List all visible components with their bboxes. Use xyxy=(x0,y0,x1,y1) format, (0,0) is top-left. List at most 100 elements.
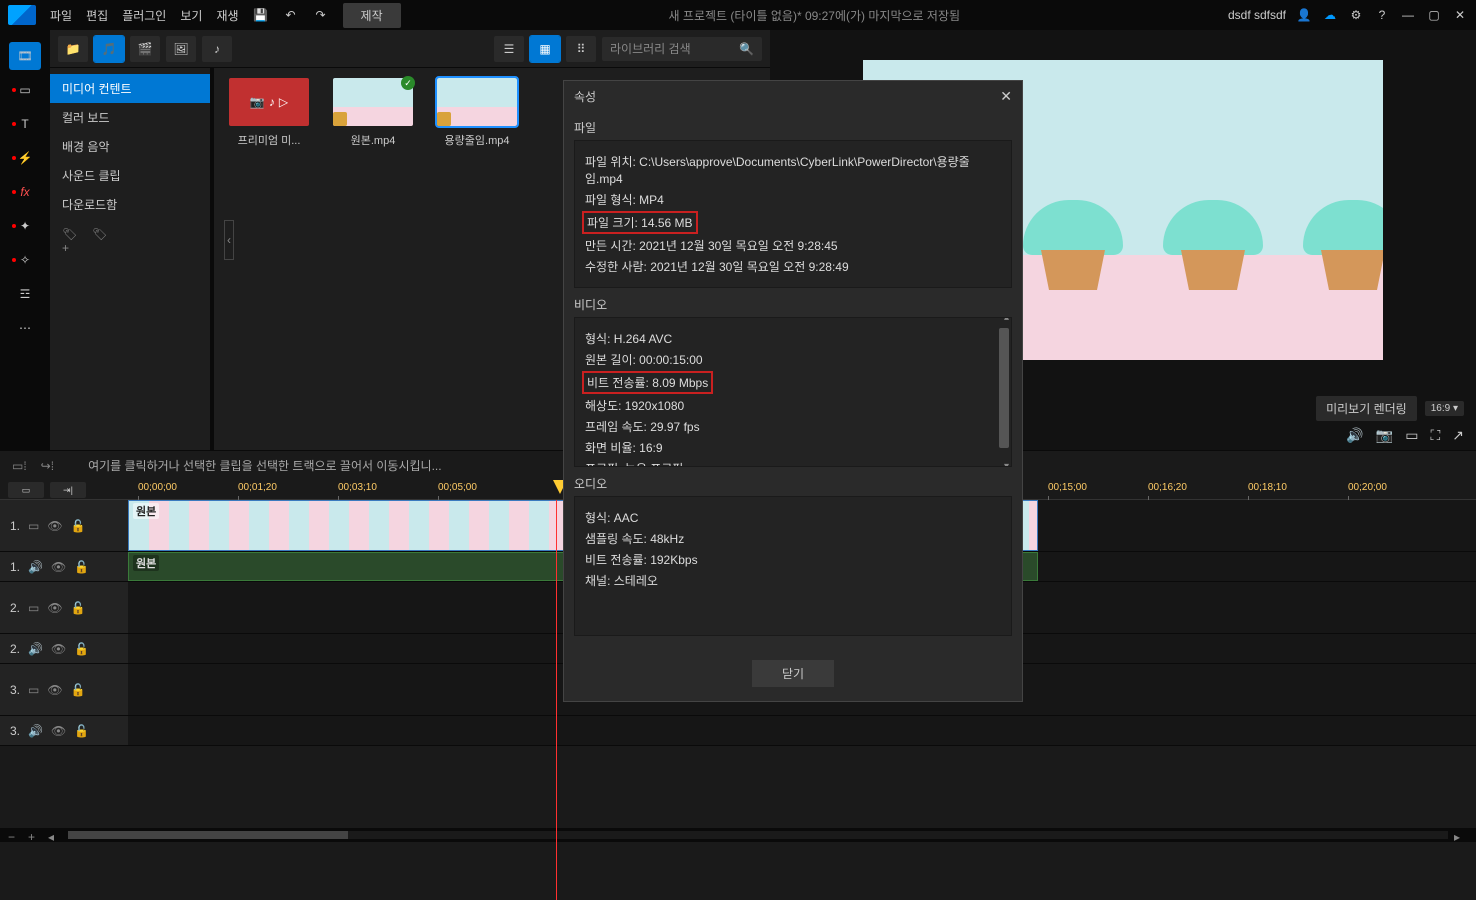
subtitle-room-icon[interactable]: ☲ xyxy=(9,280,41,308)
lock-icon[interactable]: 🔓 xyxy=(71,519,86,533)
render-preview-button[interactable]: 미리보기 렌더링 xyxy=(1316,396,1417,421)
text-room-icon[interactable]: T xyxy=(9,110,41,138)
fx-room-icon[interactable]: fx xyxy=(9,178,41,206)
media-item-reduced[interactable]: 용량줄임.mp4 xyxy=(432,78,522,148)
timeline-hscroll[interactable]: − + ◂ ▸ xyxy=(0,828,1476,842)
music-icon: ♪ xyxy=(269,95,275,109)
help-icon[interactable]: ? xyxy=(1374,7,1390,23)
view-menu-icon[interactable]: ⠿ xyxy=(566,36,596,62)
app-logo xyxy=(8,5,36,25)
filter-video-icon[interactable]: 🎬 xyxy=(130,36,160,62)
menu-plugins[interactable]: 플러그인 xyxy=(122,7,166,24)
hscroll-thumb[interactable] xyxy=(68,831,348,839)
visibility-icon[interactable]: 👁 xyxy=(47,601,62,615)
menu-play[interactable]: 재생 xyxy=(216,7,238,24)
zoom-out-icon[interactable]: − xyxy=(8,830,22,840)
lock-icon[interactable]: 🔓 xyxy=(71,683,86,697)
lock-icon[interactable]: 🔓 xyxy=(74,560,89,574)
menu-view[interactable]: 보기 xyxy=(180,7,202,24)
particle-room-icon[interactable]: ✧ xyxy=(9,246,41,274)
nav-bg-music[interactable]: 배경 음악 xyxy=(50,132,210,161)
play-icon: ▷ xyxy=(279,95,288,109)
cloud-icon[interactable]: ☁ xyxy=(1322,7,1338,23)
scroll-down-icon[interactable]: ▾ xyxy=(1004,461,1009,467)
tick: 00;00;00 xyxy=(138,482,177,493)
video-track-icon: ▭ xyxy=(28,519,39,533)
title-room-icon[interactable]: ▭ xyxy=(9,76,41,104)
save-icon[interactable]: 💾 xyxy=(253,7,269,23)
tag-icon[interactable]: 🏷 xyxy=(92,227,112,247)
visibility-icon[interactable]: 👁 xyxy=(47,683,62,697)
aspect-select[interactable]: 16:9 ▾ xyxy=(1425,401,1464,416)
view-list-icon[interactable]: ☰ xyxy=(494,36,524,62)
mic-icon xyxy=(333,112,347,126)
dialog-close-icon[interactable]: ✕ xyxy=(1000,88,1012,105)
produce-button[interactable]: 제작 xyxy=(343,3,401,28)
redo-icon[interactable]: ↷ xyxy=(313,7,329,23)
add-tag-icon[interactable]: 🏷+ xyxy=(62,227,82,247)
prop-vresolution: 해상도: 1920x1080 xyxy=(585,395,1001,416)
user-icon[interactable]: 👤 xyxy=(1296,7,1312,23)
dialog-close-button[interactable]: 닫기 xyxy=(752,660,834,687)
popout-icon[interactable]: ↗ xyxy=(1452,427,1464,444)
volume-icon[interactable]: 🔊 xyxy=(1346,427,1363,444)
video-track-icon: ▭ xyxy=(28,601,39,615)
ruler-end-icon[interactable]: ⇥| xyxy=(50,482,86,498)
nav-color-board[interactable]: 컬러 보드 xyxy=(50,103,210,132)
fullscreen-icon[interactable]: ⛶ xyxy=(1430,427,1440,444)
view3d-icon[interactable]: ▭ xyxy=(1405,427,1418,444)
check-icon: ✓ xyxy=(401,76,415,90)
undo-icon[interactable]: ↶ xyxy=(283,7,299,23)
library-search[interactable]: 라이브러리 검색 🔍 xyxy=(602,37,762,61)
filter-audio-icon[interactable]: ♪ xyxy=(202,36,232,62)
scroll-up-icon[interactable]: ▴ xyxy=(1004,317,1009,323)
visibility-icon[interactable]: 👁 xyxy=(51,724,66,738)
visibility-icon[interactable]: 👁 xyxy=(51,642,66,656)
more-room-icon[interactable]: ⋯ xyxy=(9,314,41,342)
user-label: dsdf sdfsdf xyxy=(1228,8,1286,22)
tt-arrow-icon[interactable]: ↪⁞ xyxy=(41,459,54,473)
view-grid-icon[interactable]: ▦ xyxy=(530,36,560,62)
tt-aspect-icon[interactable]: ▭⁞ xyxy=(12,459,27,473)
nav-downloads[interactable]: 다운로드함 xyxy=(50,190,210,219)
scroll-left-icon[interactable]: ◂ xyxy=(48,830,62,840)
media-item-premium[interactable]: 📷♪▷ 프리미엄 미... xyxy=(224,78,314,148)
tick: 00;16;20 xyxy=(1148,482,1187,493)
close-icon[interactable]: ✕ xyxy=(1452,7,1468,23)
visibility-icon[interactable]: 👁 xyxy=(47,519,62,533)
filter-media-icon[interactable]: 🎵 xyxy=(94,36,124,62)
playhead[interactable] xyxy=(556,500,557,900)
gear-icon[interactable]: ⚙ xyxy=(1348,7,1364,23)
filter-image-icon[interactable]: 🖼 xyxy=(166,36,196,62)
prop-vlength: 원본 길이: 00:00:15:00 xyxy=(585,349,1001,370)
section-scrollbar[interactable] xyxy=(999,328,1009,448)
ruler-mode-icon[interactable]: ▭ xyxy=(8,482,44,498)
minimize-icon[interactable]: — xyxy=(1400,7,1416,23)
project-title: 새 프로젝트 (타이틀 없음)* 09:27에(가) 마지막으로 저장됨 xyxy=(415,7,1214,24)
overlay-room-icon[interactable]: ✦ xyxy=(9,212,41,240)
track-number: 1. xyxy=(10,560,20,574)
media-item-original[interactable]: ✓ 원본.mp4 xyxy=(328,78,418,148)
zoom-in-icon[interactable]: + xyxy=(28,830,42,840)
left-room-sidebar: 🎞 ▭ T ⚡ fx ✦ ✧ ☲ ⋯ xyxy=(0,30,50,450)
snapshot-icon[interactable]: 📷 xyxy=(1376,427,1393,444)
lock-icon[interactable]: 🔓 xyxy=(71,601,86,615)
nav-sound-clip[interactable]: 사운드 클립 xyxy=(50,161,210,190)
menu-edit[interactable]: 편집 xyxy=(86,7,108,24)
import-icon[interactable]: 📁 xyxy=(58,36,88,62)
lock-icon[interactable]: 🔓 xyxy=(74,642,89,656)
media-room-icon[interactable]: 🎞 xyxy=(9,42,41,70)
track-row: 3. 🔊👁🔓 xyxy=(0,716,1476,746)
scroll-right-icon[interactable]: ▸ xyxy=(1454,830,1468,840)
nav-media-content[interactable]: 미디어 컨텐트 xyxy=(50,74,210,103)
menu-file[interactable]: 파일 xyxy=(50,7,72,24)
maximize-icon[interactable]: ▢ xyxy=(1426,7,1442,23)
track-number: 3. xyxy=(10,724,20,738)
lock-icon[interactable]: 🔓 xyxy=(74,724,89,738)
prop-created: 만든 시간: 2021년 12월 30일 목요일 오전 9:28:45 xyxy=(585,235,1001,256)
visibility-icon[interactable]: 👁 xyxy=(51,560,66,574)
transition-room-icon[interactable]: ⚡ xyxy=(9,144,41,172)
collapse-handle[interactable]: ‹ xyxy=(224,220,234,260)
audio-track-icon: 🔊 xyxy=(28,642,43,656)
tick: 00;20;00 xyxy=(1348,482,1387,493)
